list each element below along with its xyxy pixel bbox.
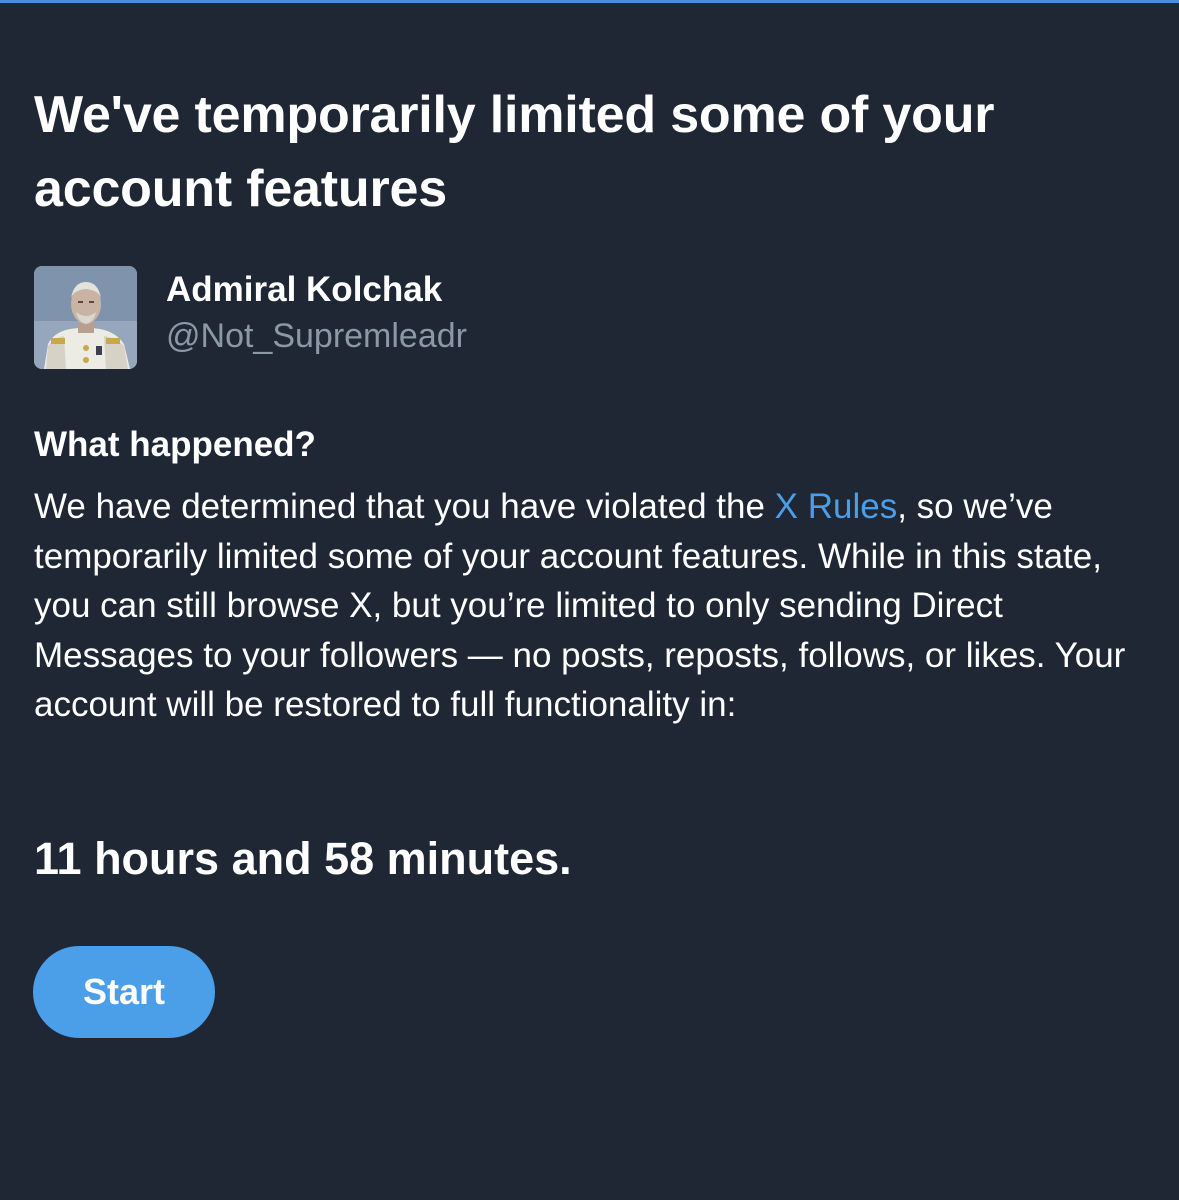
countdown-timer: 11 hours and 58 minutes.	[34, 833, 572, 884]
portrait-avatar-icon	[34, 266, 137, 369]
x-rules-link[interactable]: X Rules	[775, 487, 898, 526]
display-name: Admiral Kolchak	[166, 270, 443, 309]
account-card: Admiral Kolchak @Not_Supremleadr	[34, 266, 467, 369]
top-border	[0, 0, 1179, 3]
start-button[interactable]: Start	[33, 946, 215, 1038]
section-heading: What happened?	[34, 425, 316, 464]
page-title: We've temporarily limited some of your a…	[34, 86, 995, 218]
description-text-start: We have determined that you have violate…	[34, 487, 775, 526]
avatar	[34, 266, 137, 369]
account-info: Admiral Kolchak @Not_Supremleadr	[166, 268, 467, 360]
restriction-description: We have determined that you have violate…	[34, 482, 1149, 730]
account-handle: @Not_Supremleadr	[166, 317, 467, 355]
